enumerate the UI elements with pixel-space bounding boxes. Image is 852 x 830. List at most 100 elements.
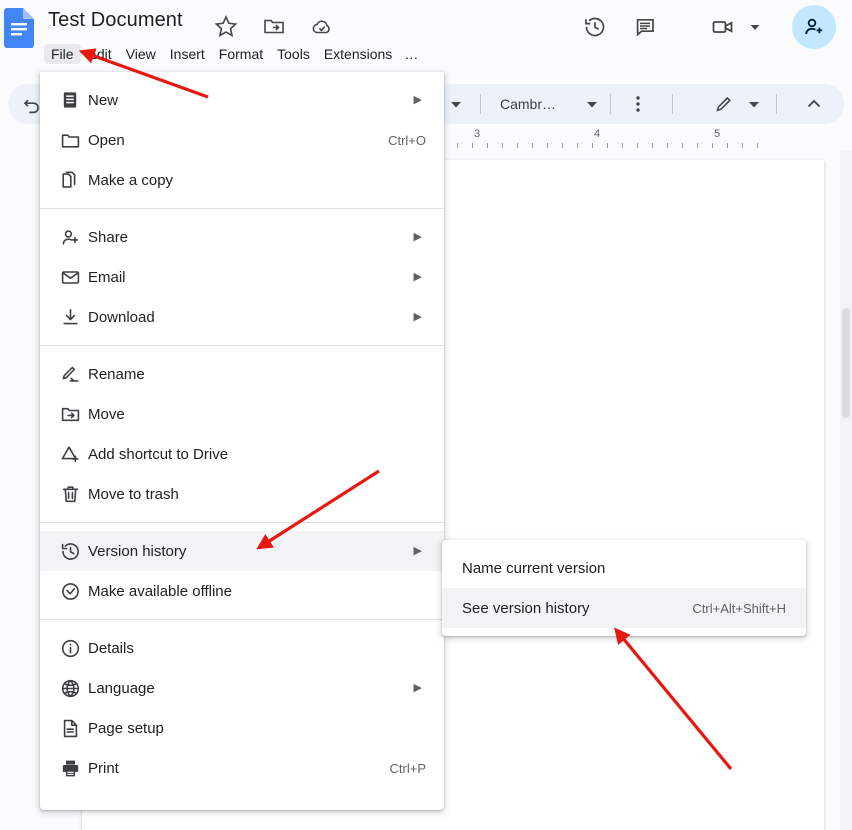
history-icon <box>58 539 82 563</box>
menu-item-label: Email <box>88 268 126 286</box>
menu-item-make-available-offline[interactable]: Make available offline <box>40 571 444 611</box>
ruler-number: 4 <box>593 128 601 140</box>
meet-chevron-down-icon[interactable] <box>748 20 762 34</box>
page-setup-icon <box>58 716 82 740</box>
ruler-tick <box>682 143 683 148</box>
ruler-tick <box>487 143 488 148</box>
menu-item-file[interactable]: File <box>44 44 81 64</box>
globe-icon <box>58 676 82 700</box>
ruler-tick <box>727 143 728 148</box>
ruler-tick <box>502 143 503 148</box>
menu-item-move[interactable]: Move <box>40 394 444 434</box>
menu-item-move-to-trash[interactable]: Move to trash <box>40 474 444 514</box>
cloud-saved-icon[interactable] <box>310 14 334 38</box>
ruler-tick <box>742 143 743 148</box>
share-button[interactable] <box>792 5 836 49</box>
menu-item-label: Rename <box>88 365 145 383</box>
ruler-tick <box>472 143 473 148</box>
menu-item-add-shortcut-to-drive[interactable]: Add shortcut to Drive <box>40 434 444 474</box>
kebab-menu-icon[interactable] <box>628 94 648 114</box>
pencil-icon[interactable] <box>714 94 734 114</box>
menu-item-language[interactable]: Language ▶ <box>40 668 444 708</box>
folder-open-icon <box>58 128 82 152</box>
submenu-item-see-version-history[interactable]: See version history Ctrl+Alt+Shift+H <box>442 588 806 628</box>
menu-item-print[interactable]: Print Ctrl+P <box>40 748 444 788</box>
menu-separator <box>40 345 444 346</box>
menu-separator <box>40 208 444 209</box>
submenu-arrow-icon: ▶ <box>413 544 422 557</box>
move-folder-icon <box>58 402 82 426</box>
version-history-icon[interactable] <box>578 10 612 44</box>
video-camera-icon[interactable] <box>706 10 740 44</box>
toolbar-divider <box>776 94 777 114</box>
submenu-arrow-icon: ▶ <box>413 681 422 694</box>
submenu-item-name-current-version[interactable]: Name current version <box>442 548 806 588</box>
menu-item-label: Share <box>88 228 129 246</box>
menu-overflow-button[interactable]: … <box>399 44 423 64</box>
font-chevron-down-icon[interactable] <box>584 96 600 112</box>
vertical-scrollbar-track[interactable] <box>840 150 852 830</box>
menu-item-extensions[interactable]: Extensions <box>317 44 399 64</box>
info-icon <box>58 636 82 660</box>
menu-item-label: Open <box>88 131 125 149</box>
submenu-item-shortcut: Ctrl+Alt+Shift+H <box>692 600 786 616</box>
menu-item-share[interactable]: Share ▶ <box>40 217 444 257</box>
drive-shortcut-icon <box>58 442 82 466</box>
paragraph-style-chevron-down-icon[interactable] <box>448 96 464 112</box>
menu-item-email[interactable]: Email ▶ <box>40 257 444 297</box>
printer-icon <box>58 756 82 780</box>
move-to-folder-icon[interactable] <box>262 14 286 38</box>
vertical-scrollbar-thumb[interactable] <box>842 308 850 418</box>
comment-icon[interactable] <box>628 10 662 44</box>
version-history-submenu[interactable]: Name current version See version history C… <box>442 540 806 636</box>
mail-icon <box>58 265 82 289</box>
menu-item-shortcut: Ctrl+O <box>388 132 426 148</box>
ruler-tick <box>457 143 458 148</box>
menu-item-label: Version history <box>88 542 187 560</box>
top-app-bar: Test Document File Edit View Insert Form… <box>0 0 852 78</box>
star-icon[interactable] <box>214 14 238 38</box>
submenu-arrow-icon: ▶ <box>413 270 422 283</box>
ruler-tick <box>592 143 593 148</box>
menu-item-details[interactable]: Details <box>40 628 444 668</box>
google-docs-logo[interactable] <box>4 8 34 48</box>
pen-chevron-down-icon[interactable] <box>746 96 762 112</box>
ruler-tick <box>712 143 713 148</box>
menu-item-download[interactable]: Download ▶ <box>40 297 444 337</box>
menu-item-label: Page setup <box>88 719 164 737</box>
google-docs-window: Test Document File Edit View Insert Form… <box>0 0 852 830</box>
ruler-tick <box>757 143 758 148</box>
document-title[interactable]: Test Document <box>48 9 183 32</box>
menu-item-page-setup[interactable]: Page setup <box>40 708 444 748</box>
menu-item-shortcut: Ctrl+P <box>389 760 426 776</box>
menu-item-insert[interactable]: Insert <box>163 44 212 64</box>
menu-item-label: Print <box>88 759 119 777</box>
menu-item-view[interactable]: View <box>119 44 163 64</box>
menu-separator <box>40 522 444 523</box>
ruler-number: 5 <box>713 128 721 140</box>
ruler-tick <box>547 143 548 148</box>
toolbar-divider <box>480 94 481 114</box>
menu-separator <box>40 619 444 620</box>
ruler-tick <box>577 143 578 148</box>
menu-item-tools[interactable]: Tools <box>270 44 317 64</box>
menu-item-version-history[interactable]: Version history ▶ <box>40 531 444 571</box>
menu-item-new[interactable]: New ▶ <box>40 80 444 120</box>
submenu-arrow-icon: ▶ <box>413 93 422 106</box>
menu-item-open[interactable]: Open Ctrl+O <box>40 120 444 160</box>
submenu-arrow-icon: ▶ <box>413 230 422 243</box>
font-family-selector[interactable]: Cambr… <box>500 96 556 112</box>
offline-check-icon <box>58 579 82 603</box>
menu-item-label: Add shortcut to Drive <box>88 445 229 463</box>
new-document-icon <box>58 88 82 112</box>
menu-item-edit[interactable]: Edit <box>81 44 119 64</box>
chevron-up-icon[interactable] <box>804 94 824 114</box>
menu-item-rename[interactable]: Rename <box>40 354 444 394</box>
menu-item-format[interactable]: Format <box>212 44 270 64</box>
menu-item-label: Download <box>88 308 155 326</box>
download-icon <box>58 305 82 329</box>
menu-item-make-a-copy[interactable]: Make a copy <box>40 160 444 200</box>
file-menu-dropdown[interactable]: New ▶ Open Ctrl+O Make a copy Share ▶ Email ▶ Dow… <box>40 72 444 810</box>
ruler-tick <box>607 143 608 148</box>
ruler-tick <box>667 143 668 148</box>
